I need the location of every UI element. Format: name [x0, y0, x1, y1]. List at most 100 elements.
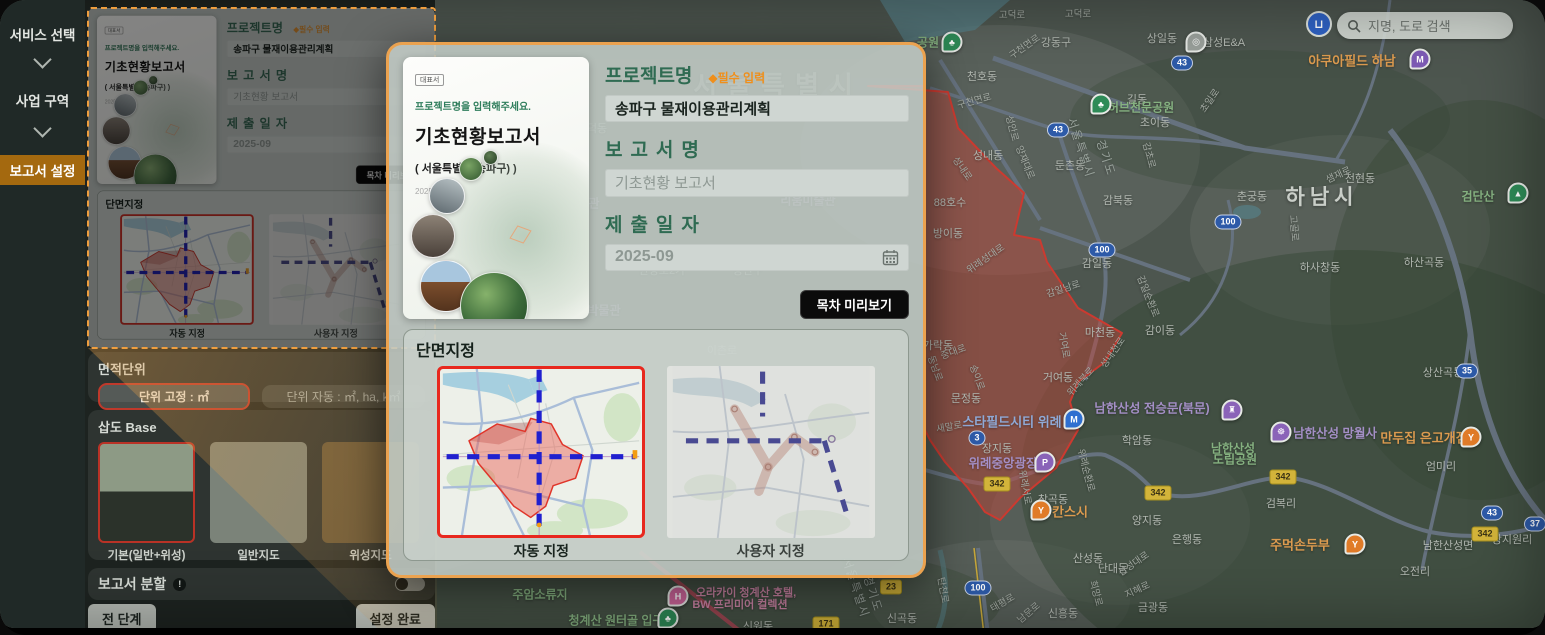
cross-section-panel: 단면지정 자동 지정 사용자 지정: [97, 190, 426, 339]
cover-photo-circle: [429, 178, 465, 214]
report-settings-preview[interactable]: 대표서 프로젝트명을 입력해주세요. 기초현황보고서 ( 서울특별시(송파구) …: [88, 8, 435, 348]
report-split-label: 보고서 분할: [98, 574, 166, 594]
sidebar-item-service[interactable]: 서비스 선택: [0, 24, 85, 44]
toggle-knob: [396, 578, 408, 590]
report-cover-preview: 대표서 프로젝트명을 입력해주세요. 기초현황보고서 ( 서울특별시(송파구) …: [97, 16, 217, 184]
cart-map-icon[interactable]: ⊔: [1306, 11, 1332, 37]
road-badge: 100: [1088, 243, 1115, 258]
chevron-down-icon: [33, 119, 51, 137]
cross-section-auto-option[interactable]: 자동 지정: [437, 366, 645, 561]
base-thumbnail-general[interactable]: [210, 442, 307, 543]
sidebar: 서비스 선택 사업 구역 보고서 설정: [0, 0, 85, 628]
report-name-label: 보고서명: [605, 135, 707, 162]
road-badge: 43: [1171, 56, 1193, 71]
map-search[interactable]: 지명, 도로 검색: [1337, 12, 1513, 39]
hotel-poi-icon[interactable]: H: [668, 586, 689, 607]
cover-hint: 프로젝트명을 입력해주세요.: [415, 98, 577, 113]
road-badge: 342: [1471, 527, 1498, 542]
report-settings-preview-content: 대표서 프로젝트명을 입력해주세요. 기초현황보고서 ( 서울특별시(송파구) …: [88, 8, 435, 348]
report-split-toggle[interactable]: [395, 577, 425, 591]
mountain-poi-icon[interactable]: ▲: [1508, 183, 1529, 204]
castle-poi-icon[interactable]: ♜: [1222, 400, 1243, 421]
report-settings-content: 대표서 프로젝트명을 입력해주세요. 기초현황보고서 ( 서울특별시(송파구) …: [403, 57, 909, 561]
sidebar-item-report-settings[interactable]: 보고서 설정: [0, 155, 85, 185]
auto-minimap-label: 자동 지정: [120, 327, 254, 340]
restaurant-poi-icon[interactable]: Y: [1031, 500, 1052, 521]
base-thumbnail-default[interactable]: [98, 442, 195, 543]
cover-photo-circle: [459, 157, 483, 181]
user-minimap[interactable]: [269, 214, 403, 325]
base-map-title: 삽도 Base: [98, 417, 425, 436]
sidebar-item-area[interactable]: 사업 구역: [0, 90, 85, 110]
info-icon[interactable]: !: [173, 578, 186, 591]
area-unit-title: 면적단위: [98, 359, 425, 378]
user-minimap-label: 사용자 지정: [269, 327, 403, 340]
report-name-placeholder: 기초현황 보고서: [233, 90, 298, 103]
road-badge: 43: [1481, 506, 1503, 521]
cross-section-auto-option[interactable]: 자동 지정: [120, 214, 254, 339]
road-badge: 100: [964, 581, 991, 596]
report-form: 프로젝트명 ◆필수 입력 송파구 물재이용관리계획 보고서명 기초현황 보고서 …: [605, 57, 909, 319]
user-minimap[interactable]: [667, 366, 875, 538]
road-badge: 100: [1214, 215, 1241, 230]
auto-minimap[interactable]: [120, 214, 254, 325]
cross-section-user-option[interactable]: 사용자 지정: [667, 366, 875, 561]
station-poi-icon[interactable]: ◎: [1186, 32, 1207, 53]
restaurant-poi-icon[interactable]: Y: [1461, 427, 1482, 448]
search-icon: [1347, 19, 1361, 33]
calendar-icon[interactable]: [882, 249, 899, 266]
report-settings-modal: 대표서 프로젝트명을 입력해주세요. 기초현황보고서 ( 서울특별시(송파구) …: [386, 42, 926, 578]
report-cover-preview: 대표서 프로젝트명을 입력해주세요. 기초현황보고서 ( 서울특별시(송파구) …: [403, 57, 589, 319]
base-option-default[interactable]: 기본(일반+위성): [98, 442, 195, 563]
chevron-down-icon: [33, 50, 51, 68]
restaurant-poi-icon[interactable]: Y: [1345, 534, 1366, 555]
project-name-value: 송파구 물재이용관리계획: [233, 42, 333, 55]
tree-poi-icon[interactable]: ♣: [658, 608, 679, 629]
search-placeholder: 지명, 도로 검색: [1368, 16, 1451, 35]
temple-poi-icon[interactable]: ☸: [1271, 422, 1292, 443]
road-badge: 342: [983, 477, 1010, 492]
unit-fixed-option[interactable]: 단위 고정 : ㎡: [98, 383, 250, 410]
report-name-input[interactable]: 기초현황 보고서: [605, 169, 909, 196]
tree-poi-icon[interactable]: ♣: [1091, 94, 1112, 115]
report-name-placeholder: 기초현황 보고서: [615, 172, 716, 193]
metro-poi-icon[interactable]: M: [1410, 49, 1431, 70]
app-window: 천호동강동구상일동삼성E&A길동성내동둔촌동감북동초이동88호수방이동춘궁동천현…: [0, 0, 1545, 635]
cover-boundary-mark: [165, 124, 179, 136]
cover-hint: 프로젝트명을 입력해주세요.: [105, 42, 209, 52]
previous-step-button[interactable]: 전 단계: [88, 604, 156, 628]
toc-preview-button[interactable]: 목차 미리보기: [800, 290, 909, 319]
road-badge: 171: [812, 617, 839, 629]
project-name-input[interactable]: 송파구 물재이용관리계획: [605, 95, 909, 122]
report-name-label: 보고서명: [227, 66, 292, 83]
submit-date-value: 2025-09: [233, 139, 271, 151]
submit-date-input[interactable]: 2025-09: [605, 244, 909, 271]
cover-badge: 대표서: [415, 74, 444, 86]
report-settings-content: 대표서 프로젝트명을 입력해주세요. 기초현황보고서 ( 서울특별시(송파구) …: [97, 16, 426, 340]
cross-section-title: 단면지정: [416, 337, 896, 361]
cross-section-user-option[interactable]: 사용자 지정: [269, 214, 403, 339]
area-unit-section: 면적단위 단위 고정 : ㎡ 단위 자동 : ㎡, ha, k㎡: [88, 352, 435, 402]
cover-photo-circle: [411, 214, 455, 258]
cover-photo-circle: [148, 75, 158, 85]
base-option-general[interactable]: 일반지도: [210, 442, 307, 563]
user-minimap-label: 사용자 지정: [667, 541, 875, 561]
project-name-label: 프로젝트명: [605, 61, 692, 88]
panel-footer: 전 단계 설정 완료: [88, 604, 435, 628]
road-badge: 43: [1047, 123, 1069, 138]
settings-done-button[interactable]: 설정 완료: [356, 604, 435, 628]
screen: 천호동강동구상일동삼성E&A길동성내동둔촌동감북동초이동88호수방이동춘궁동천현…: [0, 0, 1545, 628]
auto-minimap[interactable]: [437, 366, 645, 538]
mall-poi-icon[interactable]: M: [1064, 409, 1085, 430]
cover-boundary-mark: [509, 225, 531, 243]
report-split-section: 보고서 분할 !: [88, 568, 435, 600]
base-map-section: 삽도 Base 기본(일반+위성) 일반지도 위성지도: [88, 410, 435, 560]
project-name-label: 프로젝트명: [227, 18, 283, 35]
road-badge: 342: [1144, 486, 1171, 501]
road-badge: 23: [880, 580, 902, 595]
cross-section-title: 단면지정: [105, 196, 417, 211]
road-badge: 37: [1524, 517, 1545, 532]
tree-poi-icon[interactable]: ♣: [942, 32, 963, 53]
plaza-poi-icon[interactable]: P: [1035, 452, 1056, 473]
submit-date-label: 제출일자: [227, 114, 292, 131]
